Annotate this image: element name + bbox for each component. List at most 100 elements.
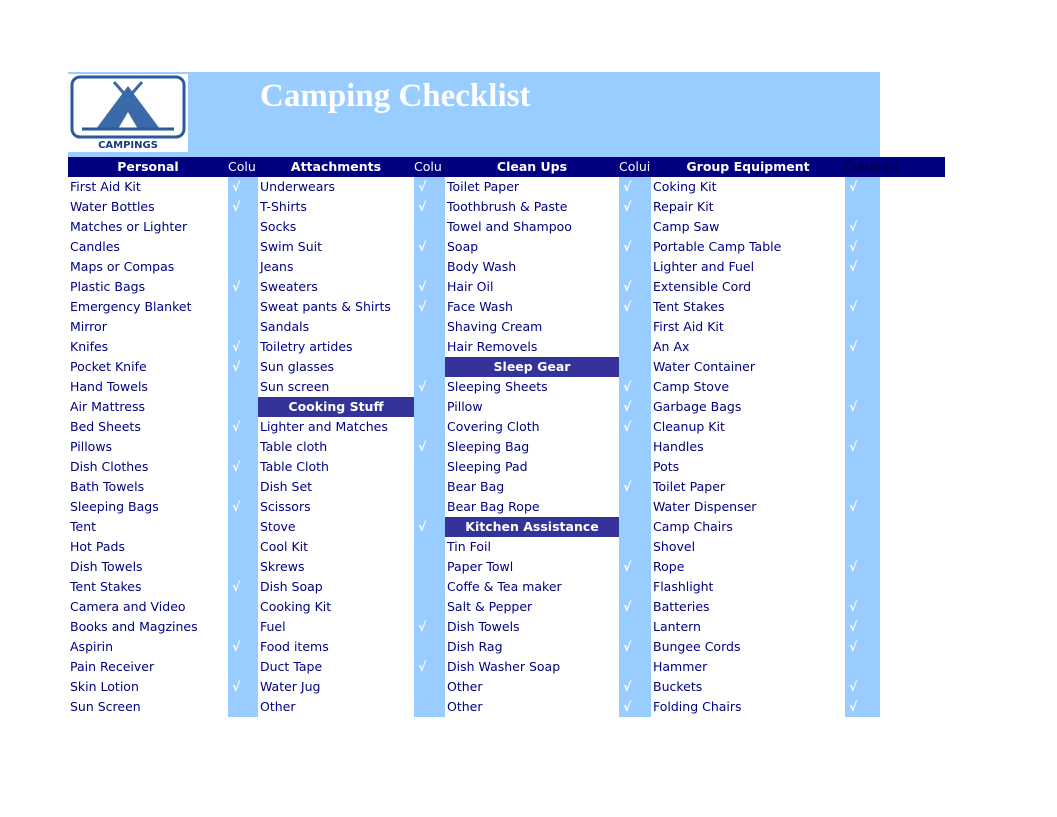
check-cell[interactable] — [228, 397, 258, 417]
check-cell[interactable] — [619, 537, 651, 557]
list-item[interactable]: Food items — [258, 637, 414, 657]
header-group-equipment[interactable]: Group Equipment — [651, 157, 845, 177]
list-item[interactable]: Fuel — [258, 617, 414, 637]
header-column1[interactable]: Column1 — [845, 157, 945, 177]
list-item[interactable]: Sweaters — [258, 277, 414, 297]
check-cell[interactable] — [228, 617, 258, 637]
check-icon[interactable]: √ — [845, 597, 880, 617]
list-item[interactable]: Sleeping Bags — [68, 497, 228, 517]
check-cell[interactable] — [619, 457, 651, 477]
check-cell[interactable] — [414, 257, 445, 277]
check-icon[interactable]: √ — [228, 677, 258, 697]
list-item[interactable]: Dish Towels — [68, 557, 228, 577]
list-item[interactable]: Covering Cloth — [445, 417, 619, 437]
list-item[interactable]: Books and Magzines — [68, 617, 228, 637]
list-item[interactable]: Dish Washer Soap — [445, 657, 619, 677]
list-item[interactable]: Garbage Bags — [651, 397, 845, 417]
list-item[interactable]: Water Container — [651, 357, 845, 377]
list-item[interactable]: Bungee Cords — [651, 637, 845, 657]
check-cell[interactable] — [228, 657, 258, 677]
check-icon[interactable]: √ — [619, 697, 651, 717]
check-cell[interactable] — [619, 337, 651, 357]
list-item[interactable]: Knifes — [68, 337, 228, 357]
check-icon[interactable]: √ — [414, 297, 445, 317]
list-item[interactable]: Stove — [258, 517, 414, 537]
check-cell[interactable] — [619, 517, 651, 537]
list-item[interactable]: Lighter and Matches — [258, 417, 414, 437]
header-column[interactable]: Colu — [228, 157, 258, 177]
list-item[interactable]: Cooking Kit — [258, 597, 414, 617]
check-cell[interactable] — [845, 537, 880, 557]
check-cell[interactable] — [845, 317, 880, 337]
list-item[interactable]: Bath Towels — [68, 477, 228, 497]
list-item[interactable]: An Ax — [651, 337, 845, 357]
list-item[interactable]: Matches or Lighter — [68, 217, 228, 237]
list-item[interactable]: Sun glasses — [258, 357, 414, 377]
list-item[interactable]: Face Wash — [445, 297, 619, 317]
check-cell[interactable] — [228, 257, 258, 277]
check-icon[interactable]: √ — [414, 617, 445, 637]
list-item[interactable]: Body Wash — [445, 257, 619, 277]
list-item[interactable]: Batteries — [651, 597, 845, 617]
header-attachments[interactable]: Attachments — [258, 157, 414, 177]
check-cell[interactable] — [845, 377, 880, 397]
check-cell[interactable] — [414, 457, 445, 477]
list-item[interactable]: Sleeping Bag — [445, 437, 619, 457]
check-cell[interactable] — [414, 677, 445, 697]
list-item[interactable]: Scissors — [258, 497, 414, 517]
check-icon[interactable]: √ — [414, 437, 445, 457]
list-item[interactable]: Skin Lotion — [68, 677, 228, 697]
check-icon[interactable]: √ — [619, 557, 651, 577]
check-icon[interactable]: √ — [845, 397, 880, 417]
list-item[interactable]: Flashlight — [651, 577, 845, 597]
check-icon[interactable]: √ — [845, 337, 880, 357]
check-cell[interactable] — [414, 357, 445, 377]
check-cell[interactable] — [619, 437, 651, 457]
check-icon[interactable]: √ — [228, 457, 258, 477]
check-icon[interactable]: √ — [228, 337, 258, 357]
check-cell[interactable] — [845, 657, 880, 677]
check-cell[interactable] — [414, 217, 445, 237]
check-icon[interactable]: √ — [414, 657, 445, 677]
list-item[interactable]: Aspirin — [68, 637, 228, 657]
list-item[interactable]: Repair Kit — [651, 197, 845, 217]
check-cell[interactable] — [619, 497, 651, 517]
check-icon[interactable]: √ — [619, 197, 651, 217]
check-cell[interactable] — [845, 357, 880, 377]
check-icon[interactable]: √ — [228, 357, 258, 377]
list-item[interactable]: Other — [445, 677, 619, 697]
list-item[interactable]: Dish Towels — [445, 617, 619, 637]
list-item[interactable]: Other — [258, 697, 414, 717]
list-item[interactable]: T-Shirts — [258, 197, 414, 217]
check-icon[interactable]: √ — [619, 597, 651, 617]
check-cell[interactable] — [414, 577, 445, 597]
check-icon[interactable]: √ — [845, 697, 880, 717]
list-item[interactable]: Bed Sheets — [68, 417, 228, 437]
list-item[interactable]: Shaving Cream — [445, 317, 619, 337]
list-item[interactable]: Air Mattress — [68, 397, 228, 417]
list-item[interactable]: Toilet Paper — [445, 177, 619, 197]
list-item[interactable]: Sandals — [258, 317, 414, 337]
check-icon[interactable]: √ — [228, 177, 258, 197]
list-item[interactable]: Candles — [68, 237, 228, 257]
check-cell[interactable] — [228, 537, 258, 557]
check-cell[interactable] — [414, 337, 445, 357]
check-icon[interactable]: √ — [414, 177, 445, 197]
check-icon[interactable]: √ — [414, 277, 445, 297]
list-item[interactable]: Pain Receiver — [68, 657, 228, 677]
list-item[interactable]: Bear Bag Rope — [445, 497, 619, 517]
check-cell[interactable] — [619, 657, 651, 677]
list-item[interactable]: Dish Set — [258, 477, 414, 497]
header-column[interactable]: Colu — [414, 157, 445, 177]
list-item[interactable]: First Aid Kit — [651, 317, 845, 337]
list-item[interactable]: Socks — [258, 217, 414, 237]
check-icon[interactable]: √ — [228, 277, 258, 297]
check-icon[interactable]: √ — [228, 577, 258, 597]
list-item[interactable]: Bear Bag — [445, 477, 619, 497]
list-item[interactable]: Pots — [651, 457, 845, 477]
check-cell[interactable] — [845, 417, 880, 437]
list-item[interactable]: Water Bottles — [68, 197, 228, 217]
list-item[interactable]: Sweat pants & Shirts — [258, 297, 414, 317]
list-item[interactable]: Camera and Video — [68, 597, 228, 617]
list-item[interactable]: Folding Chairs — [651, 697, 845, 717]
